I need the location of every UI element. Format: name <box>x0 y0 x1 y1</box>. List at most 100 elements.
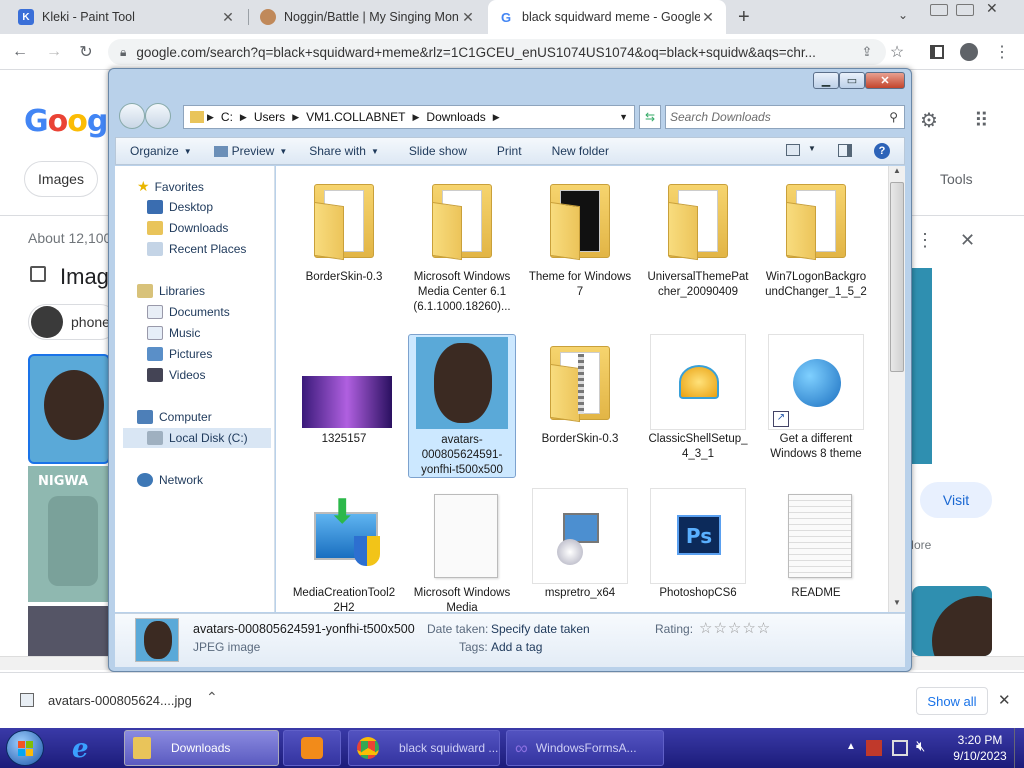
show-all-button[interactable]: Show all <box>916 687 988 715</box>
apps-grid-icon[interactable]: ⠿ <box>974 108 989 133</box>
result-image-1[interactable] <box>28 354 110 464</box>
network-tray-icon[interactable] <box>892 740 908 756</box>
file-item[interactable]: Microsoft Windows Media <box>408 488 516 612</box>
new-folder-button[interactable]: New folder <box>552 144 609 158</box>
google-logo[interactable]: Googl <box>24 104 118 139</box>
file-item-selected[interactable]: avatars-000805624591-yonfhi-t500x500 <box>408 334 516 478</box>
nav-pictures[interactable]: Pictures <box>147 347 212 361</box>
address-dropdown-icon[interactable]: ▼ <box>619 112 628 122</box>
visit-button[interactable]: Visit <box>920 482 992 518</box>
reload-icon[interactable]: ↻ <box>74 40 98 64</box>
nav-local-disk[interactable]: Local Disk (C:) <box>123 428 271 448</box>
side-panel-icon[interactable] <box>925 40 949 64</box>
new-tab-button[interactable]: + <box>738 6 750 29</box>
tools-button[interactable]: Tools <box>940 171 973 187</box>
show-desktop-button[interactable] <box>1014 728 1024 768</box>
file-item[interactable]: README <box>762 488 870 601</box>
taskbar-winforms-app[interactable]: ∞ WindowsFormsA... <box>506 730 664 766</box>
preview-pane-icon[interactable] <box>838 144 852 157</box>
nav-favorites[interactable]: ★ Favorites <box>137 178 204 195</box>
refresh-icon[interactable]: ⇆ <box>639 105 661 129</box>
view-icon[interactable] <box>786 144 800 156</box>
view-dropdown-icon[interactable]: ▼ <box>808 144 816 153</box>
restore-button[interactable] <box>956 4 974 16</box>
file-item[interactable]: 1325157 <box>290 334 398 447</box>
print-button[interactable]: Print <box>497 144 522 158</box>
nav-network[interactable]: Network <box>137 473 203 487</box>
bookmark-star-icon[interactable]: ☆ <box>885 40 909 64</box>
show-hidden-icons-icon[interactable]: ▲ <box>846 741 856 752</box>
related-image[interactable] <box>912 586 992 656</box>
tab-google-search[interactable]: G black squidward meme - Google ✕ <box>488 0 726 34</box>
profile-avatar-icon[interactable] <box>957 40 981 64</box>
file-item[interactable]: ⬇ MediaCreationTool22H2 <box>290 488 398 612</box>
settings-gear-icon[interactable]: ⚙ <box>920 108 938 133</box>
close-icon[interactable]: ✕ <box>700 9 716 26</box>
nav-videos[interactable]: Videos <box>147 368 205 382</box>
nav-recent-places[interactable]: Recent Places <box>147 242 246 256</box>
file-item[interactable]: Theme for Windows 7 <box>526 172 634 300</box>
taskbar-downloads[interactable]: Downloads <box>124 730 279 766</box>
file-item[interactable]: mspretro_x64 <box>526 488 634 601</box>
more-options-icon[interactable]: ⋮ <box>916 230 934 251</box>
file-item[interactable]: BorderSkin-0.3 <box>290 172 398 285</box>
images-chip[interactable]: Images <box>24 161 98 197</box>
close-icon[interactable]: ✕ <box>220 9 236 26</box>
slide-show-button[interactable]: Slide show <box>409 144 467 158</box>
explorer-close-button[interactable]: ✕ <box>865 72 905 89</box>
file-item[interactable]: UniversalThemePatcher_20090409 <box>644 172 752 300</box>
explorer-minimize-button[interactable]: ▁ <box>813 72 839 89</box>
download-file-name[interactable]: avatars-000805624....jpg <box>48 693 192 708</box>
tab-search-icon[interactable]: ⌄ <box>898 8 908 22</box>
breadcrumb-users[interactable]: Users <box>254 110 285 124</box>
taskbar-media-player[interactable] <box>283 730 341 766</box>
explorer-search-input[interactable]: Search Downloads ⚲ <box>665 105 905 129</box>
explorer-address-bar[interactable]: ▶ C: ▶ Users ▶ VM1.COLLABNET ▶ Downloads… <box>183 105 635 129</box>
nav-documents[interactable]: Documents <box>147 305 230 319</box>
preview-button[interactable]: Preview ▼ <box>213 144 287 158</box>
back-arrow-icon[interactable]: ← <box>8 40 32 64</box>
share-icon[interactable]: ⇪ <box>855 40 879 64</box>
breadcrumb-c[interactable]: C: <box>221 110 233 124</box>
address-bar[interactable]: 🔒︎ google.com/search?q=black+squidward+m… <box>108 39 886 65</box>
nav-desktop[interactable]: Desktop <box>147 200 213 214</box>
internet-explorer-icon[interactable]: e <box>72 734 89 764</box>
minimize-button[interactable] <box>930 4 948 16</box>
file-item[interactable]: ↗ Get a different Windows 8 theme <box>762 334 870 462</box>
close-icon[interactable]: ✕ <box>460 9 476 26</box>
chevron-up-icon[interactable]: ⌃ <box>206 689 218 706</box>
nav-computer[interactable]: Computer <box>137 410 212 424</box>
explorer-maximize-button[interactable]: ▭ <box>839 72 865 89</box>
nav-downloads[interactable]: Downloads <box>147 221 228 235</box>
tags-value[interactable]: Add a tag <box>491 640 542 654</box>
date-taken-value[interactable]: Specify date taken <box>491 622 590 636</box>
nav-libraries[interactable]: Libraries <box>137 284 205 298</box>
file-item[interactable]: Microsoft Windows Media Center 6.1 (6.1.… <box>408 172 516 315</box>
scroll-thumb[interactable] <box>890 182 904 372</box>
chrome-menu-icon[interactable]: ⋮ <box>990 40 1014 64</box>
tab-noggin[interactable]: Noggin/Battle | My Singing Mon ✕ <box>250 0 486 34</box>
file-item[interactable]: ClassicShellSetup_4_3_1 <box>644 334 752 462</box>
forward-arrow-icon[interactable]: → <box>42 40 66 64</box>
taskbar-chrome[interactable]: black squidward ... <box>348 730 500 766</box>
result-image-3[interactable] <box>28 606 110 656</box>
window-close-button[interactable]: ✕ <box>986 0 998 17</box>
file-item[interactable]: Win7LogonBackgroundChanger_1_5_2 <box>762 172 870 300</box>
breadcrumb-downloads[interactable]: Downloads <box>426 110 485 124</box>
result-image-2[interactable]: NIGWA <box>28 466 110 602</box>
forward-arrow-icon[interactable] <box>145 103 171 129</box>
phone-chip[interactable]: phone <box>28 304 118 340</box>
rating-stars[interactable]: ☆☆☆☆☆ <box>699 619 771 637</box>
nav-music[interactable]: Music <box>147 326 200 340</box>
action-center-flag-icon[interactable] <box>866 740 882 756</box>
close-downloads-icon[interactable]: ✕ <box>998 691 1011 709</box>
vertical-scrollbar[interactable]: ▲ ▼ <box>888 166 905 612</box>
volume-muted-icon[interactable]: 🔇︎ <box>916 738 925 755</box>
tab-kleki[interactable]: K Kleki - Paint Tool ✕ <box>8 0 246 34</box>
share-with-button[interactable]: Share with ▼ <box>309 144 379 158</box>
breadcrumb-user[interactable]: VM1.COLLABNET <box>306 110 405 124</box>
organize-button[interactable]: Organize ▼ <box>130 144 192 158</box>
close-panel-icon[interactable]: ✕ <box>960 230 975 251</box>
file-item[interactable]: Ps PhotoshopCS6 <box>644 488 752 601</box>
clock[interactable]: 3:20 PM 9/10/2023 <box>950 732 1010 764</box>
